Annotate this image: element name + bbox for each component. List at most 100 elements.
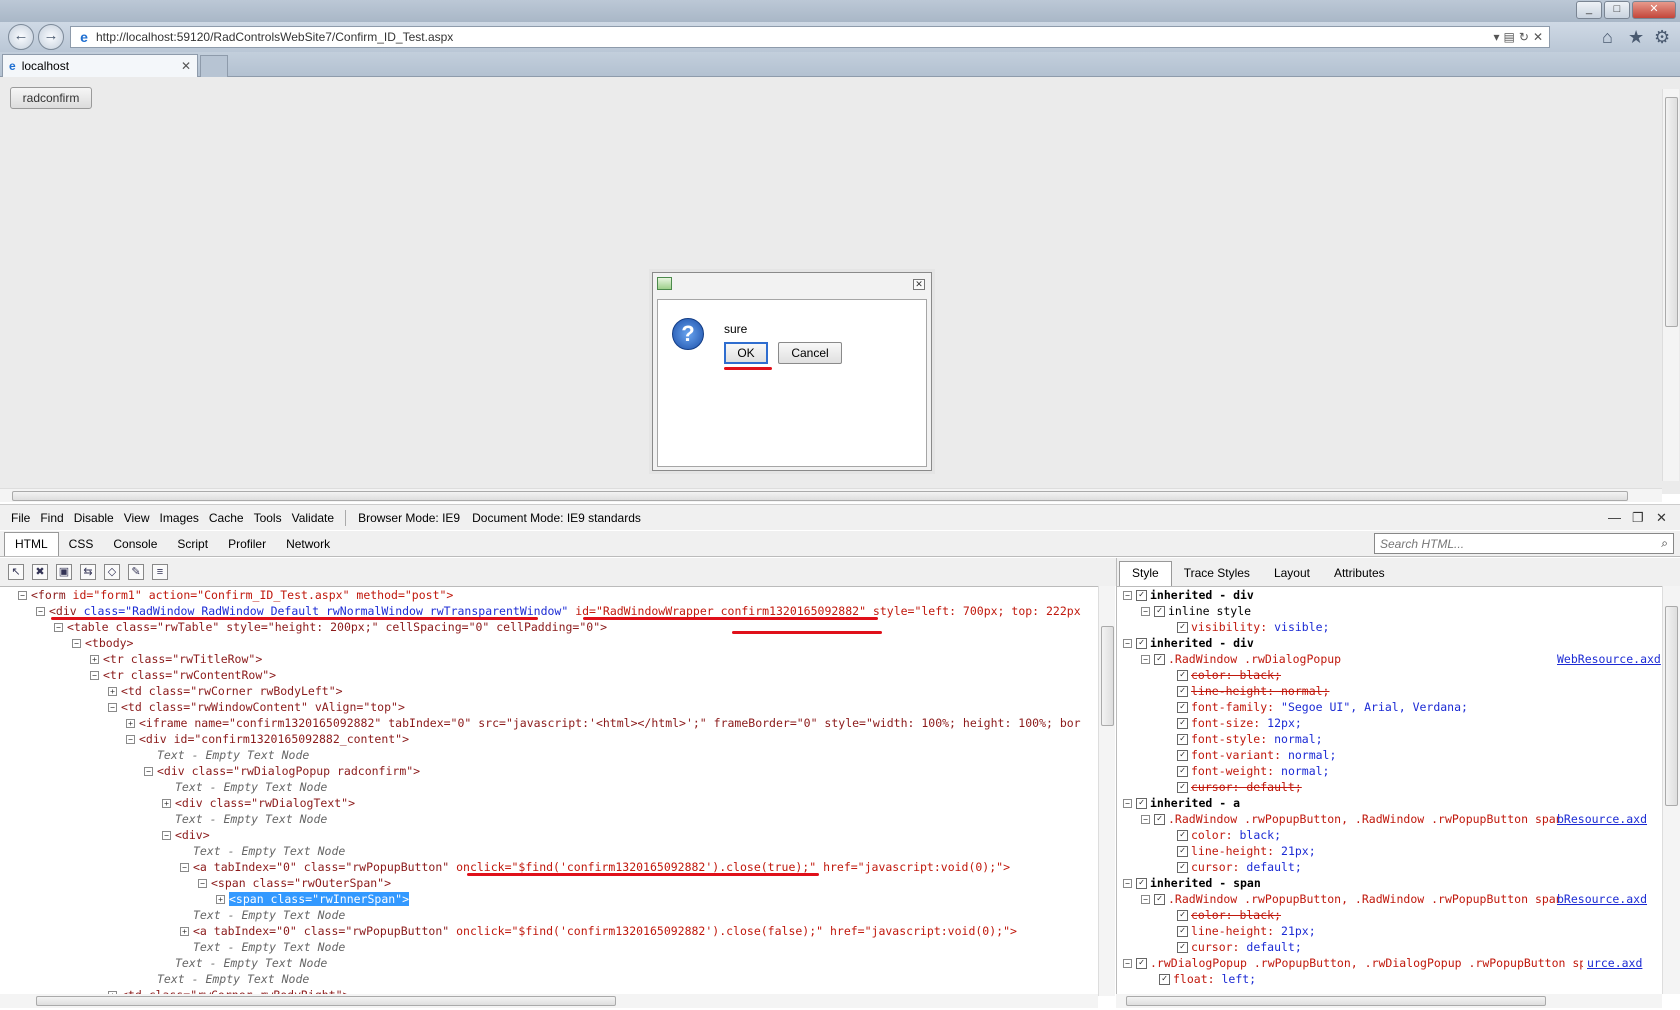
forward-button[interactable]: → — [38, 24, 64, 50]
address-url[interactable]: http://localhost:59120/RadControlsWebSit… — [96, 30, 1494, 44]
menu-tools[interactable]: Tools — [249, 511, 287, 525]
style-group-inherited-div[interactable]: − ✓ inherited - div — [1123, 587, 1254, 603]
search-icon[interactable]: ⌕ — [1661, 536, 1668, 551]
tree-text-node[interactable]: Text - Empty Text Node — [175, 779, 327, 795]
tree-node-a-cancel[interactable]: + <a tabIndex="0" class="rwPopupButton" o… — [180, 923, 1017, 939]
style-group-inherited-a[interactable]: − ✓ inherited - a — [1123, 795, 1240, 811]
style-prop[interactable]: ✓ cursor: default; — [1177, 779, 1302, 795]
home-icon[interactable]: ⌂ — [1602, 27, 1613, 48]
favorites-star-icon[interactable]: ★ — [1628, 27, 1644, 48]
style-prop[interactable]: ✓ font-style: normal; — [1177, 731, 1323, 747]
minimize-button[interactable]: _ — [1576, 1, 1602, 19]
tree-text-node[interactable]: Text - Empty Text Node — [175, 811, 327, 827]
menu-disable[interactable]: Disable — [69, 511, 119, 525]
tree-node-tbody[interactable]: − <tbody> — [72, 635, 133, 651]
menu-cache[interactable]: Cache — [204, 511, 249, 525]
style-rule[interactable]: − ✓ .RadWindow .rwDialogPopup — [1141, 651, 1341, 667]
document-mode-menu[interactable]: Document Mode: IE9 standards — [466, 511, 647, 525]
page-horizontal-scrollbar[interactable] — [0, 488, 1662, 502]
tree-node-iframe[interactable]: + <iframe name="confirm1320165092882" tab… — [126, 715, 1081, 731]
tab-script[interactable]: Script — [167, 533, 218, 556]
word-wrap-icon[interactable]: ≡ — [152, 564, 168, 580]
search-dropdown-icon[interactable]: ▾ — [1494, 30, 1500, 44]
maximize-button[interactable]: □ — [1604, 1, 1630, 19]
gear-icon[interactable]: ⚙ — [1654, 27, 1670, 48]
style-source-link[interactable]: bResource.axd — [1557, 891, 1647, 907]
close-tab-icon[interactable]: ✕ — [181, 59, 191, 73]
tab-style[interactable]: Style — [1119, 561, 1172, 586]
refresh-icon[interactable]: ↻ — [1519, 30, 1529, 44]
style-prop[interactable]: ✓ line-height: 21px; — [1177, 843, 1316, 859]
back-button[interactable]: ← — [8, 24, 34, 50]
menu-view[interactable]: View — [119, 511, 155, 525]
style-source-link[interactable]: bResource.axd — [1557, 811, 1647, 827]
tab-console[interactable]: Console — [103, 533, 167, 556]
radconfirm-button[interactable]: radconfirm — [10, 87, 92, 109]
browser-mode-menu[interactable]: Browser Mode: IE9 — [352, 511, 466, 525]
tree-node-td-content[interactable]: − <td class="rwWindowContent" vAlign="top… — [108, 699, 405, 715]
style-prop[interactable]: ✓ color: black; — [1177, 907, 1281, 923]
new-tab-button[interactable] — [200, 55, 228, 77]
cancel-button[interactable]: Cancel — [778, 342, 842, 364]
style-prop[interactable]: ✓ line-height: 21px; — [1177, 923, 1316, 939]
stop-icon[interactable]: ✕ — [1533, 30, 1543, 44]
style-prop[interactable]: ✓ line-height: normal; — [1177, 683, 1329, 699]
save-icon[interactable]: ▣ — [56, 564, 72, 580]
style-prop[interactable]: ✓ font-variant: normal; — [1177, 747, 1336, 763]
style-rule[interactable]: − ✓ .rwDialogPopup .rwPopupButton, .rwDial… — [1123, 955, 1583, 971]
style-vertical-scrollbar[interactable] — [1662, 586, 1680, 994]
tree-horizontal-scrollbar[interactable] — [0, 994, 1098, 1008]
style-prop[interactable]: ✓ cursor: default; — [1177, 859, 1302, 875]
devtools-close-icon[interactable]: ✕ — [1656, 510, 1667, 526]
tab-trace-styles[interactable]: Trace Styles — [1172, 562, 1262, 586]
style-prop[interactable]: ✓ color: black; — [1177, 667, 1281, 683]
dom-view-icon[interactable]: ◇ — [104, 564, 120, 580]
tree-text-node[interactable]: Text - Empty Text Node — [193, 843, 345, 859]
tree-node-div-content[interactable]: − <div id="confirm1320165092882_content"> — [126, 731, 409, 747]
tree-node-td-corner[interactable]: + <td class="rwCorner rwBodyLeft"> — [108, 683, 343, 699]
tree-node-table[interactable]: − <table class="rwTable" style="height: 2… — [54, 619, 607, 635]
edit-icon[interactable]: ✎ — [128, 564, 144, 580]
menu-images[interactable]: Images — [155, 511, 204, 525]
style-prop[interactable]: ✓ cursor: default; — [1177, 939, 1302, 955]
tab-network[interactable]: Network — [276, 533, 340, 556]
refresh-dom-icon[interactable]: ⇆ — [80, 564, 96, 580]
style-source-link[interactable]: WebResource.axd — [1557, 651, 1661, 667]
select-element-icon[interactable]: ↖ — [8, 564, 24, 580]
tree-text-node[interactable]: Text - Empty Text Node — [157, 971, 309, 987]
style-prop[interactable]: ✓ font-family: "Segoe UI", Arial, Verdana… — [1177, 699, 1468, 715]
style-prop[interactable]: ✓ font-size: 12px; — [1177, 715, 1302, 731]
style-rule[interactable]: − ✓ .RadWindow .rwPopupButton, .RadWindow … — [1141, 811, 1559, 827]
dialog-close-button[interactable]: ✕ — [913, 279, 925, 290]
close-window-button[interactable]: ✕ — [1632, 1, 1676, 19]
devtools-minimize-icon[interactable]: — — [1608, 510, 1621, 525]
tree-node-span-outer[interactable]: − <span class="rwOuterSpan"> — [198, 875, 391, 891]
devtools-undock-icon[interactable]: ❐ — [1632, 510, 1644, 526]
ok-button[interactable]: OK — [724, 342, 768, 364]
menu-find[interactable]: Find — [35, 511, 68, 525]
tree-node-tr-title[interactable]: + <tr class="rwTitleRow"> — [90, 651, 262, 667]
tree-node-div-popup[interactable]: − <div class="rwDialogPopup radconfirm"> — [144, 763, 420, 779]
clear-browser-icon[interactable]: ✖ — [32, 564, 48, 580]
style-group-inherited-span[interactable]: − ✓ inherited - span — [1123, 875, 1261, 891]
tree-text-node[interactable]: Text - Empty Text Node — [193, 907, 345, 923]
tab-localhost[interactable]: e localhost ✕ — [2, 54, 198, 77]
tree-node-div-dialogtext[interactable]: + <div class="rwDialogText"> — [162, 795, 355, 811]
tree-node-div[interactable]: − <div> — [162, 827, 210, 843]
tab-profiler[interactable]: Profiler — [218, 533, 276, 556]
style-rule-inline[interactable]: − ✓ inline style — [1141, 603, 1251, 619]
style-horizontal-scrollbar[interactable] — [1116, 994, 1662, 1008]
page-vertical-scrollbar[interactable] — [1662, 89, 1679, 481]
style-prop[interactable]: ✓ visibility: visible; — [1177, 619, 1329, 635]
style-group-inherited-div[interactable]: − ✓ inherited - div — [1123, 635, 1254, 651]
search-html-input[interactable]: Search HTML... ⌕ — [1374, 533, 1674, 554]
tree-node-form[interactable]: − <form id="form1" action="Confirm_ID_Tes… — [18, 587, 453, 603]
tree-node-span-inner[interactable]: + <span class="rwInnerSpan"> — [216, 891, 410, 907]
tab-layout[interactable]: Layout — [1262, 562, 1322, 586]
style-prop[interactable]: ✓ color: black; — [1177, 827, 1281, 843]
tree-node-tr-content[interactable]: − <tr class="rwContentRow"> — [90, 667, 276, 683]
style-prop[interactable]: ✓ font-weight: normal; — [1177, 763, 1329, 779]
tree-vertical-scrollbar[interactable] — [1098, 586, 1115, 996]
menu-validate[interactable]: Validate — [287, 511, 339, 525]
tab-css[interactable]: CSS — [59, 533, 104, 556]
